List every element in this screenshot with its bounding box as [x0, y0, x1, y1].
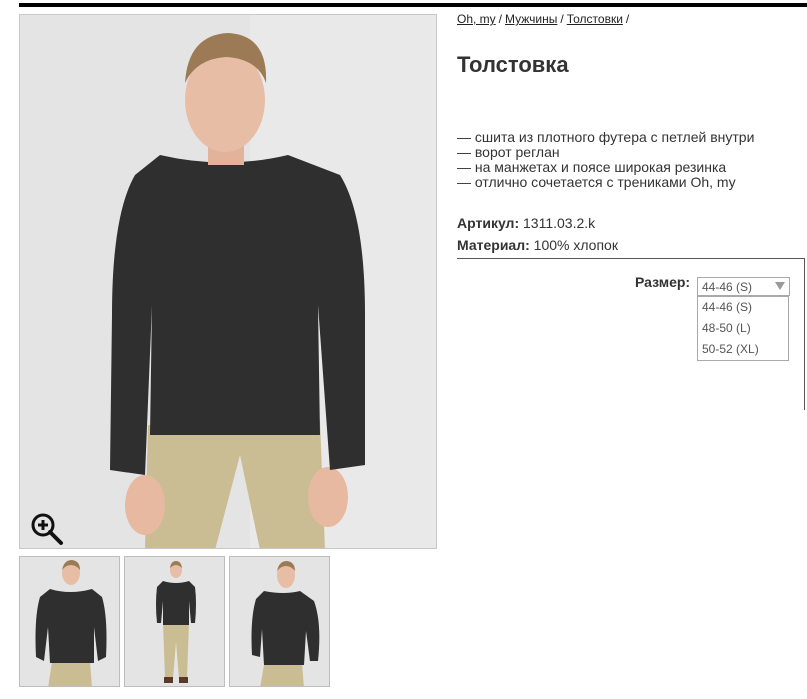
- breadcrumb-separator: /: [625, 12, 630, 26]
- size-option[interactable]: 44-46 (S): [698, 297, 788, 318]
- size-option[interactable]: 50-52 (XL): [698, 339, 788, 360]
- top-rule: [19, 3, 807, 7]
- thumbnail-front[interactable]: [19, 556, 120, 687]
- thumbnail-full-body-image: [125, 557, 224, 686]
- zoom-in-icon[interactable]: [30, 512, 64, 546]
- chevron-down-icon[interactable]: [775, 282, 785, 290]
- thumbnail-side-image: [230, 557, 329, 686]
- breadcrumb-link-sweatshirts[interactable]: Толстовки: [567, 12, 623, 26]
- thumbnail-full-body[interactable]: [124, 556, 225, 687]
- size-label: Размер:: [635, 274, 691, 290]
- size-select-value: 44-46 (S): [702, 280, 753, 294]
- feature-item: — отлично сочетается с трениками Oh, my: [457, 174, 736, 190]
- material-label: Материал:: [457, 237, 530, 253]
- feature-item: — сшита из плотного футера с петлей внут…: [457, 129, 755, 145]
- product-features-list: — сшита из плотного футера с петлей внут…: [457, 130, 754, 190]
- breadcrumb-separator: /: [560, 12, 564, 26]
- article-row: Артикул: 1311.03.2.k: [457, 215, 595, 231]
- thumbnail-front-image: [20, 557, 119, 686]
- size-options-list: 44-46 (S) 48-50 (L) 50-52 (XL): [697, 296, 789, 361]
- material-row: Материал: 100% хлопок: [457, 237, 618, 253]
- breadcrumb-link-men[interactable]: Мужчины: [505, 12, 557, 26]
- material-value: 100% хлопок: [533, 237, 618, 253]
- main-product-photo[interactable]: [19, 14, 437, 549]
- breadcrumb: Oh, my / Мужчины / Толстовки /: [457, 12, 632, 26]
- product-title: Толстовка: [457, 52, 569, 77]
- thumbnail-side[interactable]: [229, 556, 330, 687]
- breadcrumb-separator: /: [498, 12, 503, 26]
- article-value: 1311.03.2.k: [523, 215, 596, 231]
- feature-item: — на манжетах и поясе широкая резинка: [457, 159, 727, 175]
- article-label: Артикул:: [457, 215, 520, 231]
- size-option[interactable]: 48-50 (L): [698, 318, 788, 339]
- breadcrumb-link-brand[interactable]: Oh, my: [457, 12, 496, 26]
- feature-item: — ворот реглан: [457, 144, 560, 160]
- size-select[interactable]: 44-46 (S): [697, 277, 790, 296]
- model-photo-illustration: [20, 15, 436, 548]
